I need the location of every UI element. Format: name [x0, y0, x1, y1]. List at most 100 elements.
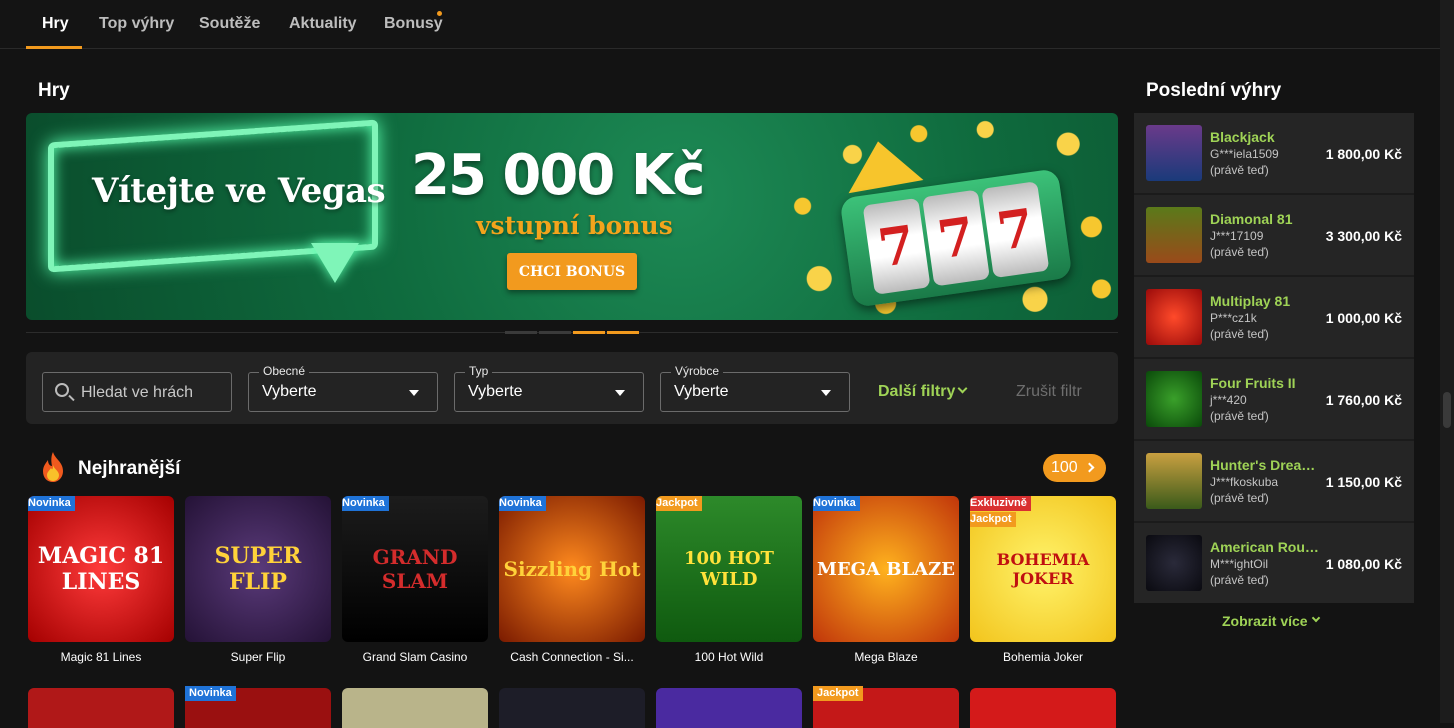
select-value: Vyberte	[468, 383, 523, 400]
badge-jackpot: Jackpot	[813, 686, 863, 701]
game-tile[interactable]	[499, 688, 645, 728]
select-value: Vyberte	[262, 383, 317, 400]
slot-reel: 7	[862, 197, 931, 295]
tab-aktuality[interactable]: Aktuality	[289, 15, 357, 33]
win-game[interactable]: Multiplay 81	[1210, 293, 1322, 309]
win-amount: 1 800,00 Kč	[1325, 146, 1402, 162]
win-time: (právě teď)	[1210, 163, 1269, 177]
game-tile[interactable]: 100 HOT WILD Jackpot	[656, 496, 802, 642]
chci-bonus-button[interactable]: CHCI BONUS	[507, 253, 637, 290]
game-tile[interactable]	[656, 688, 802, 728]
game-thumbnail	[1146, 371, 1202, 427]
game-tile[interactable]: BOHEMIA JOKER Exkluzivně Jackpot	[970, 496, 1116, 642]
search-box[interactable]	[42, 372, 232, 412]
game-thumbnail	[1146, 289, 1202, 345]
banner-welcome-text: Vítejte ve Vegas	[92, 171, 386, 211]
game-thumbnail: SUPER FLIP	[185, 496, 331, 642]
select-label: Typ	[465, 364, 493, 378]
recent-win-row[interactable]: Blackjack G***iela1509 (právě teď) 1 800,00…	[1134, 113, 1414, 193]
slider-dot[interactable]	[505, 331, 537, 334]
slider-dot-active[interactable]	[573, 331, 605, 334]
scrollbar-thumb[interactable]	[1443, 392, 1451, 428]
fire-icon	[43, 452, 63, 482]
game-title[interactable]: Magic 81 Lines	[28, 650, 174, 664]
game-thumbnail: Sizzling Hot	[499, 496, 645, 642]
view-all-count: 100	[1051, 459, 1078, 476]
filter-bar: Obecné Vyberte Typ Vyberte Výrobce Vyber…	[26, 352, 1118, 424]
game-title[interactable]: Grand Slam Casino	[342, 650, 488, 664]
chevron-down-icon	[957, 383, 968, 394]
badge-novinka: Novinka	[28, 496, 75, 511]
banner-subtitle: vstupní bonus	[476, 211, 673, 240]
game-tile[interactable]: Novinka	[185, 686, 331, 728]
page-scrollbar[interactable]	[1440, 0, 1454, 723]
badge-jackpot: Jackpot	[970, 512, 1016, 527]
marquee-arrow	[311, 243, 359, 283]
clear-filter-button[interactable]: Zrušit filtr	[1016, 383, 1082, 401]
show-more-button[interactable]: Zobrazit více	[1222, 613, 1308, 629]
game-thumbnail	[1146, 453, 1202, 509]
win-user: M***ightOil	[1210, 557, 1269, 571]
select-vyrobce[interactable]: Výrobce Vyberte	[660, 364, 850, 412]
badge-novinka: Novinka	[499, 496, 546, 511]
win-amount: 1 080,00 Kč	[1325, 556, 1402, 572]
tab-bonusy[interactable]: Bonusy	[384, 15, 443, 33]
recent-win-row[interactable]: Diamonal 81 J***17109 (právě teď) 3 300,00 …	[1134, 195, 1414, 275]
win-time: (právě teď)	[1210, 491, 1269, 505]
select-label: Obecné	[259, 364, 310, 378]
win-amount: 1 000,00 Kč	[1325, 310, 1402, 326]
game-tile[interactable]: MAGIC 81 LINES Novinka	[28, 496, 174, 642]
win-game[interactable]: Hunter's Dream 2	[1210, 457, 1322, 473]
recent-win-row[interactable]: Multiplay 81 P***cz1k (právě teď) 1 000,00 …	[1134, 277, 1414, 357]
game-title[interactable]: Super Flip	[185, 650, 331, 664]
win-time: (právě teď)	[1210, 245, 1269, 259]
game-title[interactable]: Mega Blaze	[813, 650, 959, 664]
game-thumbnail	[1146, 125, 1202, 181]
slider-dot[interactable]	[539, 331, 571, 334]
chevron-right-icon	[1084, 462, 1095, 473]
tab-hry[interactable]: Hry	[42, 15, 69, 33]
game-thumbnail	[1146, 207, 1202, 263]
select-typ[interactable]: Typ Vyberte	[454, 364, 644, 412]
game-title[interactable]: Cash Connection - Si...	[499, 650, 645, 664]
notification-dot	[437, 11, 442, 16]
tab-souteze[interactable]: Soutěže	[199, 15, 260, 33]
top-navigation: Hry Top výhry Soutěže Aktuality Bonusy	[0, 0, 1440, 49]
search-icon	[55, 383, 69, 397]
caret-down-icon	[615, 390, 625, 396]
game-tile[interactable]: Sizzling Hot Novinka	[499, 496, 645, 642]
game-title[interactable]: Bohemia Joker	[970, 650, 1116, 664]
game-tile[interactable]	[28, 688, 174, 728]
recent-win-row[interactable]: Four Fruits II j***420 (právě teď) 1 760,00…	[1134, 359, 1414, 439]
chevron-down-icon	[1311, 613, 1321, 623]
game-title[interactable]: 100 Hot Wild	[656, 650, 802, 664]
game-tile[interactable]: GRAND SLAM Novinka	[342, 496, 488, 642]
slot-reel: 7	[981, 181, 1050, 279]
more-filters-button[interactable]: Další filtry	[878, 383, 955, 401]
win-game[interactable]: American Roule...	[1210, 539, 1322, 555]
win-user: j***420	[1210, 393, 1247, 407]
recent-wins-panel: Blackjack G***iela1509 (právě teď) 1 800,00…	[1134, 113, 1414, 603]
recent-win-row[interactable]: Hunter's Dream 2 J***fkoskuba (právě teď) 1…	[1134, 441, 1414, 521]
search-input[interactable]	[81, 382, 227, 404]
tab-top-vyhry[interactable]: Top výhry	[99, 15, 174, 33]
game-tile[interactable]: MEGA BLAZE Novinka	[813, 496, 959, 642]
game-tile[interactable]	[342, 688, 488, 728]
win-game[interactable]: Diamonal 81	[1210, 211, 1322, 227]
win-game[interactable]: Four Fruits II	[1210, 375, 1322, 391]
slot-reel: 7	[922, 189, 990, 287]
promo-banner[interactable]: Vítejte ve Vegas 25 000 Kč vstupní bonus…	[26, 113, 1118, 320]
game-thumbnail: MEGA BLAZE	[813, 496, 959, 642]
badge-novinka: Novinka	[342, 496, 389, 511]
win-game[interactable]: Blackjack	[1210, 129, 1322, 145]
recent-win-row[interactable]: American Roule... M***ightOil (právě teď) 1…	[1134, 523, 1414, 603]
game-tile[interactable]	[970, 688, 1116, 728]
slider-dot-active[interactable]	[607, 331, 639, 334]
view-all-button[interactable]: 100	[1043, 454, 1106, 482]
game-tile[interactable]: SUPER FLIP	[185, 496, 331, 642]
badge-novinka: Novinka	[185, 686, 236, 701]
game-tile[interactable]: Jackpot	[813, 686, 959, 728]
win-amount: 3 300,00 Kč	[1325, 228, 1402, 244]
caret-down-icon	[409, 390, 419, 396]
select-obecne[interactable]: Obecné Vyberte	[248, 364, 438, 412]
